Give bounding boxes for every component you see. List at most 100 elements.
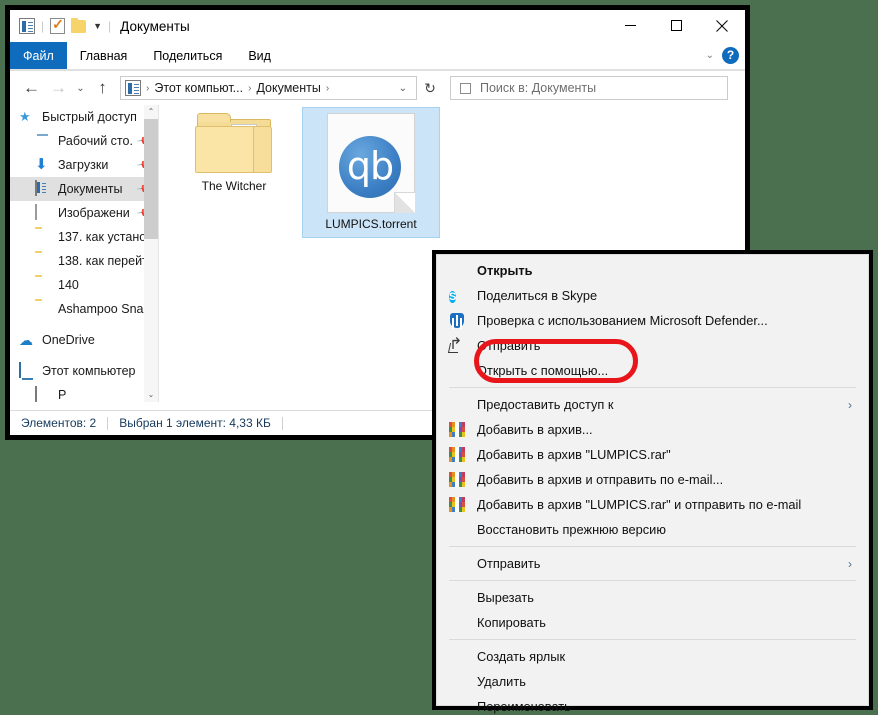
sidebar-item-drive-clipped[interactable]: Р [10, 383, 158, 402]
new-folder-icon[interactable] [71, 17, 87, 33]
tab-share[interactable]: Поделиться [140, 42, 235, 69]
sidebar-item-quick-access[interactable]: ★ Быстрый доступ [10, 105, 158, 129]
menu-item-defender-scan[interactable]: Проверка с использованием Microsoft Defe… [437, 308, 868, 333]
screenshot-root: | ▼ | Документы Файл Гла [0, 0, 878, 715]
cloud-icon: ☁ [19, 332, 33, 348]
back-button[interactable]: ← [18, 75, 45, 102]
file-item-torrent[interactable]: qb LUMPICS.torrent [302, 107, 440, 238]
context-menu: Открыть S Поделиться в Skype Проверка с … [436, 254, 869, 714]
breadcrumb-this-pc[interactable]: Этот компьют... [151, 81, 246, 95]
sidebar-label: Загрузки [58, 158, 109, 172]
tab-view[interactable]: Вид [235, 42, 284, 69]
sidebar-item-folder-137[interactable]: 137. как установ [10, 225, 158, 249]
documents-icon[interactable] [19, 18, 35, 34]
ribbon-tabs: Файл Главная Поделиться Вид ⌄ ? [10, 42, 745, 70]
sidebar-item-downloads[interactable]: ⬇ Загрузки 📌 [10, 153, 158, 177]
search-placeholder: Поиск в: Документы [480, 81, 597, 95]
expand-ribbon-chevron-down-icon[interactable]: ⌄ [706, 50, 714, 61]
properties-check-icon[interactable] [50, 16, 66, 34]
skype-icon: S [449, 290, 457, 303]
menu-item-restore-previous-versions[interactable]: Восстановить прежнюю версию [437, 517, 868, 542]
window-title: Документы [120, 18, 190, 34]
menu-item-add-to-lumpics-rar-and-email[interactable]: Добавить в архив "LUMPICS.rar" и отправи… [437, 492, 868, 517]
menu-item-rename[interactable]: Переименовать [437, 694, 868, 715]
menu-label: Открыть [477, 263, 533, 278]
tab-file[interactable]: Файл [10, 42, 67, 69]
share-icon [449, 338, 465, 354]
sidebar-label: Документы [58, 182, 123, 196]
sidebar-item-folder-ashampoo[interactable]: Ashampoo Snap [10, 297, 158, 321]
window-controls [607, 10, 745, 41]
search-icon [460, 82, 471, 94]
forward-button[interactable]: → [45, 75, 72, 102]
quick-access-toolbar: | ▼ | [10, 16, 111, 34]
menu-label: Переименовать [477, 699, 571, 714]
menu-item-cut[interactable]: Вырезать [437, 585, 868, 610]
help-button[interactable]: ? [722, 47, 739, 64]
address-dropdown-chevron-down-icon[interactable]: ⌄ [399, 83, 412, 94]
sidebar-label: Ashampoo Snap [58, 302, 151, 316]
menu-label: Создать ярлык [477, 649, 566, 664]
qbittorrent-logo: qb [339, 136, 401, 198]
sidebar-label: Рабочий сто. [58, 134, 133, 148]
qb-logo-text: qb [346, 143, 394, 188]
menu-label: Удалить [477, 674, 526, 689]
scroll-up-arrow-icon[interactable]: ⌃ [148, 105, 155, 119]
scrollbar-track[interactable] [144, 119, 158, 388]
close-button[interactable] [699, 10, 745, 41]
sidebar-label: Быстрый доступ [42, 110, 137, 124]
menu-label: Добавить в архив "LUMPICS.rar" и отправи… [477, 497, 802, 512]
menu-item-create-shortcut[interactable]: Создать ярлык [437, 644, 868, 669]
menu-item-open[interactable]: Открыть [437, 258, 868, 283]
breadcrumb-sep-0: › [146, 82, 150, 94]
file-item-folder[interactable]: The Witcher [179, 113, 289, 193]
menu-separator-4 [449, 639, 856, 640]
pictures-icon [35, 204, 51, 221]
menu-label: Добавить в архив... [477, 422, 593, 437]
breadcrumb-sep-2: › [325, 82, 330, 94]
menu-item-delete[interactable]: Удалить [437, 669, 868, 694]
menu-item-add-to-lumpics-rar[interactable]: Добавить в архив "LUMPICS.rar" [437, 442, 868, 467]
address-bar[interactable]: › Этот компьют... › Документы › ⌄ [120, 76, 417, 100]
scroll-down-arrow-icon[interactable]: ⌄ [148, 388, 155, 402]
menu-item-give-access-to[interactable]: Предоставить доступ к › [437, 392, 868, 417]
sidebar-item-folder-140[interactable]: 140 [10, 273, 158, 297]
status-divider-2 [281, 416, 283, 430]
file-name: LUMPICS.torrent [325, 217, 417, 231]
chevron-down-icon[interactable]: ▼ [93, 21, 102, 31]
menu-item-send-to[interactable]: Отправить › [437, 551, 868, 576]
minimize-button[interactable] [607, 10, 653, 41]
winrar-icon [449, 446, 465, 463]
maximize-button[interactable] [653, 10, 699, 41]
sidebar-label: 138. как перейти [58, 254, 155, 268]
sidebar-item-pictures[interactable]: Изображени 📌 [10, 201, 158, 225]
downloads-icon: ⬇ [35, 156, 48, 173]
sidebar-item-documents[interactable]: Документы 📌 [10, 177, 158, 201]
menu-label: Восстановить прежнюю версию [477, 522, 666, 537]
scrollbar-thumb[interactable] [144, 119, 158, 239]
breadcrumb-documents[interactable]: Документы [253, 81, 323, 95]
up-button[interactable]: ↑ [89, 75, 116, 102]
menu-item-add-to-archive[interactable]: Добавить в архив... [437, 417, 868, 442]
menu-label: Копировать [477, 615, 546, 630]
sidebar-item-onedrive[interactable]: ☁ OneDrive [10, 328, 158, 352]
breadcrumb-sep-1: › [248, 82, 252, 94]
sidebar-item-folder-138[interactable]: 138. как перейти [10, 249, 158, 273]
menu-item-copy[interactable]: Копировать [437, 610, 868, 635]
sidebar-label: OneDrive [42, 333, 95, 347]
title-bar: | ▼ | Документы [10, 10, 745, 42]
search-box[interactable]: Поиск в: Документы [450, 76, 728, 100]
menu-item-share-skype[interactable]: S Поделиться в Skype [437, 283, 868, 308]
winrar-icon [449, 421, 465, 438]
sidebar-label: Изображени [58, 206, 130, 220]
menu-item-add-to-archive-and-email[interactable]: Добавить в архив и отправить по e-mail..… [437, 467, 868, 492]
menu-label: Добавить в архив "LUMPICS.rar" [477, 447, 671, 462]
sidebar-scrollbar[interactable]: ⌃ ⌄ [144, 105, 158, 402]
recent-locations-button[interactable]: ⌄ [72, 75, 89, 102]
refresh-button[interactable]: ↻ [417, 76, 443, 100]
file-name: The Witcher [201, 179, 267, 193]
menu-separator-2 [449, 546, 856, 547]
tab-home[interactable]: Главная [67, 42, 141, 69]
sidebar-item-this-pc[interactable]: Этот компьютер [10, 359, 158, 383]
sidebar-item-desktop[interactable]: Рабочий сто. 📌 [10, 129, 158, 153]
